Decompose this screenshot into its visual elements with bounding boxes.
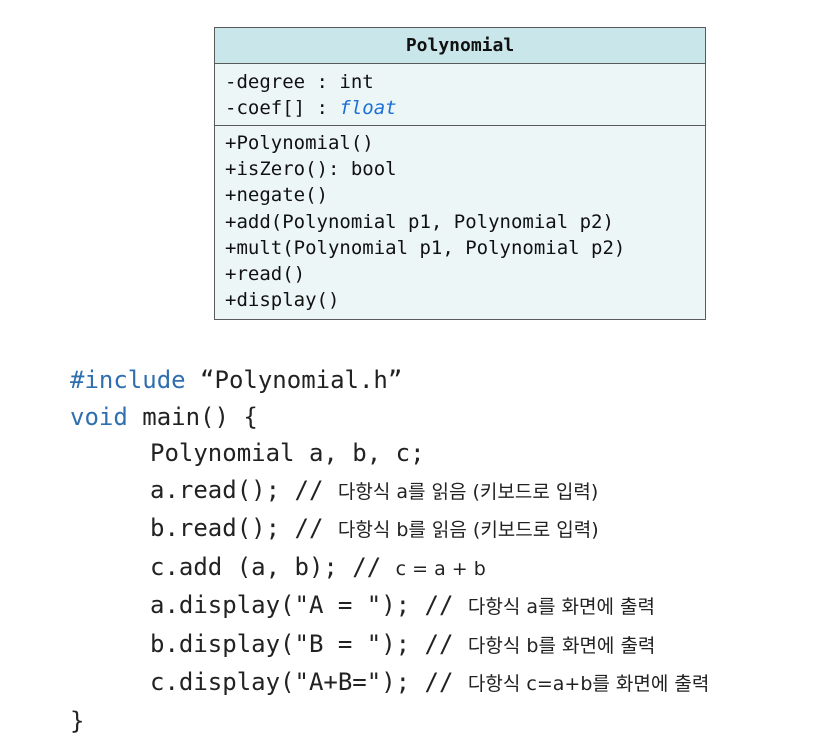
uml-method: +add(Polynomial p1, Polynomial p2) <box>225 209 695 235</box>
include-file: “Polynomial.h” <box>186 366 403 394</box>
comment-slashes: // <box>295 514 338 542</box>
uml-attribute: -coef[] : float <box>225 95 695 121</box>
attribute-name: -coef[] : <box>225 97 339 119</box>
uml-class-diagram: Polynomial -degree : int -coef[] : float… <box>214 27 706 320</box>
uml-methods: +Polynomial() +isZero(): bool +negate() … <box>215 126 705 319</box>
code-listing: #include “Polynomial.h” void main() { Po… <box>70 362 709 739</box>
statement-line: c.display("A+B="); // 다항식 c=a+b를 화면에 출력 <box>70 664 709 703</box>
uml-method: +mult(Polynomial p1, Polynomial p2) <box>225 235 695 261</box>
attribute-type: float <box>339 97 396 119</box>
statement-line: b.display("B = "); // 다항식 b를 화면에 출력 <box>70 626 709 665</box>
statement-code: a.display("A = "); <box>150 591 425 619</box>
statement-code: b.display("B = "); <box>150 630 425 658</box>
attribute-type: int <box>339 71 373 93</box>
statement-comment: 다항식 a를 읽음 (키보드로 입력) <box>338 481 598 503</box>
comment-slashes: // <box>295 476 338 504</box>
uml-method: +read() <box>225 261 695 287</box>
comment-slashes: // <box>425 630 468 658</box>
statement-line: b.read(); // 다항식 b를 읽음 (키보드로 입력) <box>70 510 709 549</box>
attribute-name: -degree : <box>225 71 339 93</box>
main-signature: main() { <box>128 403 258 431</box>
uml-method: +Polynomial() <box>225 130 695 156</box>
main-signature-line: void main() { <box>70 399 709 436</box>
uml-method: +display() <box>225 287 695 313</box>
statement-code: a.read(); <box>150 476 295 504</box>
uml-attributes: -degree : int -coef[] : float <box>215 64 705 126</box>
statement-line: a.read(); // 다항식 a를 읽음 (키보드로 입력) <box>70 472 709 511</box>
include-keyword: #include <box>70 366 186 394</box>
uml-attribute: -degree : int <box>225 69 695 95</box>
declaration: Polynomial a, b, c; <box>150 439 425 467</box>
uml-class-name: Polynomial <box>215 28 705 64</box>
include-line: #include “Polynomial.h” <box>70 362 709 399</box>
comment-slashes: // <box>425 668 468 696</box>
void-keyword: void <box>70 403 128 431</box>
comment-slashes: // <box>425 591 468 619</box>
statement-code: c.display("A+B="); <box>150 668 425 696</box>
comment-slashes: // <box>352 553 395 581</box>
statement-comment: c = a + b <box>396 558 486 580</box>
statement-code: b.read(); <box>150 514 295 542</box>
closing-brace: } <box>70 703 709 739</box>
declaration-line: Polynomial a, b, c; <box>70 435 709 472</box>
uml-method: +negate() <box>225 182 695 208</box>
statement-comment: 다항식 a를 화면에 출력 <box>468 596 655 618</box>
statement-comment: 다항식 c=a+b를 화면에 출력 <box>468 673 709 695</box>
statement-comment: 다항식 b를 화면에 출력 <box>468 635 656 657</box>
statement-comment: 다항식 b를 읽음 (키보드로 입력) <box>338 519 599 541</box>
statement-line: a.display("A = "); // 다항식 a를 화면에 출력 <box>70 587 709 626</box>
uml-method: +isZero(): bool <box>225 156 695 182</box>
statement-line: c.add (a, b); // c = a + b <box>70 549 709 588</box>
statement-code: c.add (a, b); <box>150 553 352 581</box>
